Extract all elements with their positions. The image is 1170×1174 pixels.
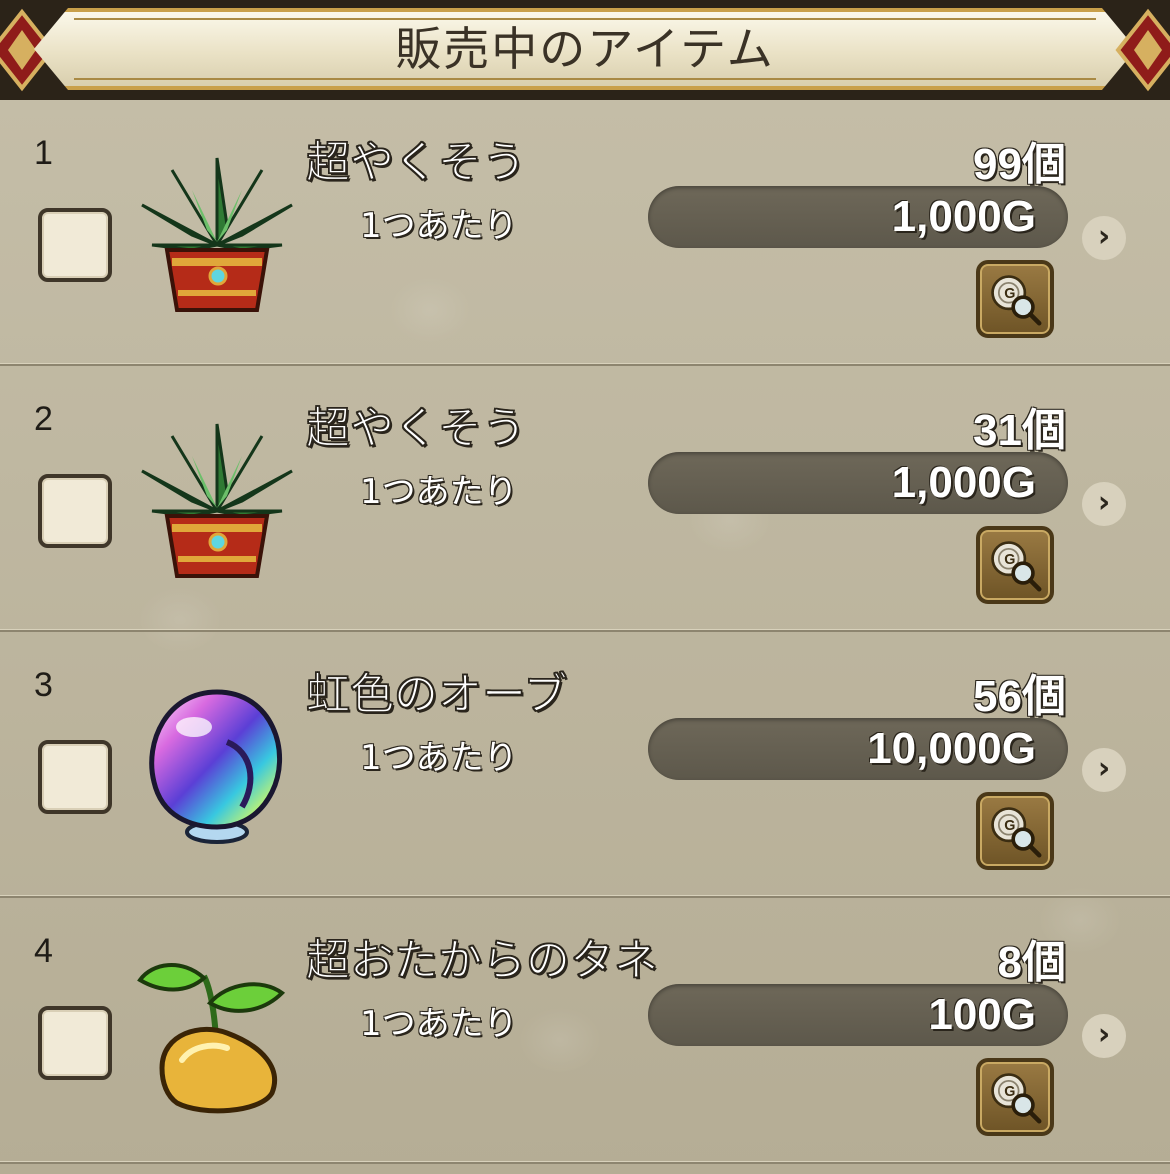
chevron-right-icon[interactable]: › bbox=[1082, 482, 1126, 526]
item-quantity: 99個 bbox=[973, 140, 1066, 189]
item-quantity: 31個 bbox=[973, 406, 1066, 455]
per-unit-label: 1つあたり bbox=[360, 472, 518, 512]
price-search-button[interactable]: G bbox=[976, 792, 1054, 870]
coin-search-icon: G bbox=[991, 541, 1042, 592]
herb-icon bbox=[141, 423, 293, 578]
row-number: 1 bbox=[34, 134, 53, 172]
unit-price: 1,000G bbox=[891, 458, 1036, 507]
select-checkbox[interactable] bbox=[38, 474, 112, 548]
per-unit-label: 1つあたり bbox=[360, 206, 518, 246]
corner-ornament-right-icon bbox=[1115, 8, 1170, 92]
price-search-button[interactable]: G bbox=[976, 526, 1054, 604]
price-bar: 1,000G bbox=[648, 186, 1068, 248]
price-search-button[interactable]: G bbox=[976, 260, 1054, 338]
list-item[interactable]: 3 虹色のオーブ 56個 1つあたり 10,000G › G bbox=[0, 632, 1170, 898]
unit-price: 1,000G bbox=[891, 192, 1036, 241]
svg-text:G: G bbox=[1004, 1084, 1015, 1100]
item-name: 超やくそう bbox=[305, 136, 527, 189]
row-number: 3 bbox=[34, 666, 53, 704]
coin-search-icon: G bbox=[991, 807, 1042, 858]
price-bar: 10,000G bbox=[648, 718, 1068, 780]
item-list: 1 超やくそう 99個 1つあたり 1,000G › G 2 超やくそう 31個… bbox=[0, 100, 1170, 1174]
item-name: 超おたからのタネ bbox=[305, 934, 659, 987]
select-checkbox[interactable] bbox=[38, 740, 112, 814]
item-name: 虹色のオーブ bbox=[305, 668, 568, 721]
row-number: 2 bbox=[34, 400, 53, 438]
list-item[interactable]: 2 超やくそう 31個 1つあたり 1,000G › G bbox=[0, 366, 1170, 632]
svg-text:G: G bbox=[1004, 286, 1015, 302]
coin-search-icon: G bbox=[991, 275, 1042, 326]
unit-price: 10,000G bbox=[867, 724, 1036, 773]
item-name: 超やくそう bbox=[305, 402, 527, 455]
unit-price: 100G bbox=[928, 990, 1036, 1039]
chevron-right-icon[interactable]: › bbox=[1082, 1014, 1126, 1058]
per-unit-label: 1つあたり bbox=[360, 1004, 518, 1044]
header-bar: 販売中のアイテム bbox=[0, 0, 1170, 100]
price-bar: 1,000G bbox=[648, 452, 1068, 514]
row-number: 4 bbox=[34, 932, 53, 970]
list-item[interactable]: 1 超やくそう 99個 1つあたり 1,000G › G bbox=[0, 100, 1170, 366]
select-checkbox[interactable] bbox=[38, 1006, 112, 1080]
chevron-right-icon[interactable]: › bbox=[1082, 748, 1126, 792]
item-quantity: 8個 bbox=[997, 938, 1066, 987]
list-item[interactable]: 4 超おたからのタネ 8個 1つあたり 100G › G bbox=[0, 898, 1170, 1164]
svg-text:G: G bbox=[1004, 552, 1015, 568]
price-bar: 100G bbox=[648, 984, 1068, 1046]
coin-search-icon: G bbox=[991, 1073, 1042, 1124]
chevron-right-icon[interactable]: › bbox=[1082, 216, 1126, 260]
per-unit-label: 1つあたり bbox=[360, 738, 518, 778]
select-checkbox[interactable] bbox=[38, 208, 112, 282]
price-search-button[interactable]: G bbox=[976, 1058, 1054, 1136]
rainbow-orb-icon bbox=[149, 689, 283, 844]
item-quantity: 56個 bbox=[973, 672, 1066, 721]
herb-icon bbox=[141, 157, 293, 312]
seed-icon bbox=[137, 963, 286, 1114]
svg-text:G: G bbox=[1004, 818, 1015, 834]
page-title: 販売中のアイテム bbox=[395, 22, 775, 76]
